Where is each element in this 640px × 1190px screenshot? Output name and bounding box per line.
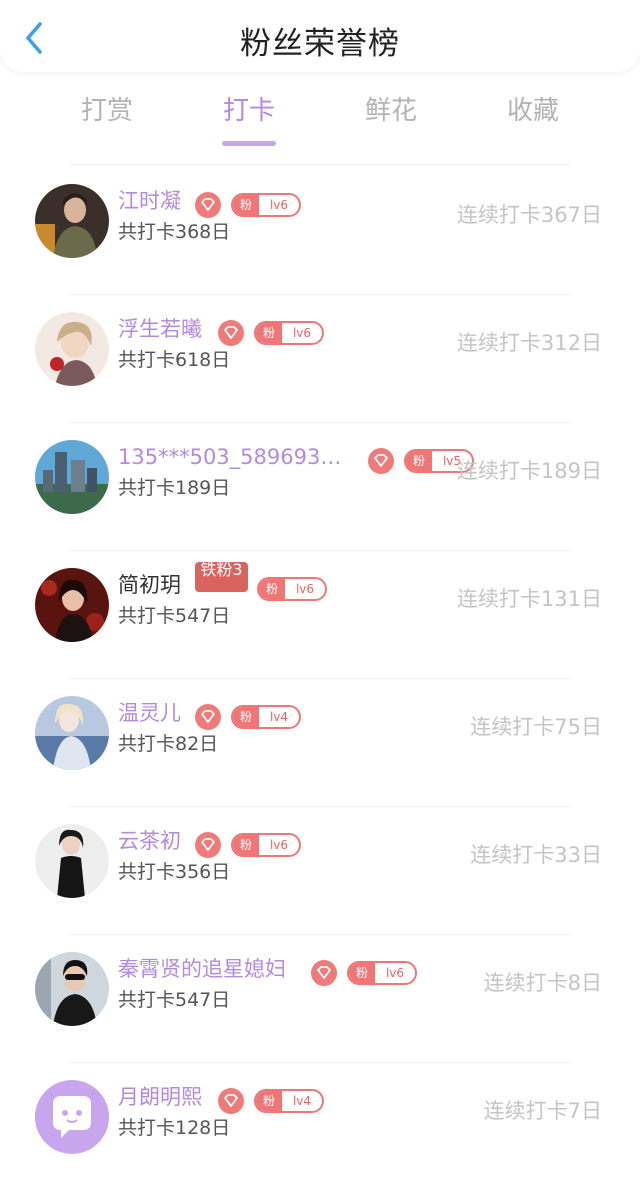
fan-level: lv4 (292, 1094, 312, 1108)
user-name: 秦霄贤的追星媳妇 (118, 957, 286, 981)
header-bar: 粉丝荣誉榜 (0, 0, 640, 72)
fan-level-badge: 粉 lv6 (231, 833, 301, 857)
diamond-icon (368, 448, 394, 474)
fan-level-badge: 粉 lv6 (231, 193, 301, 217)
diamond-icon (195, 832, 221, 858)
tab-flowers[interactable]: 鲜花 (320, 90, 462, 146)
list-item[interactable]: 月朗明熙 粉 lv4 共打卡128日 连续打卡7日 (0, 1062, 640, 1190)
user-name: 月朗明熙 (118, 1085, 202, 1109)
streak-checkin: 连续打卡189日 (456, 459, 602, 483)
avatar[interactable] (35, 952, 109, 1026)
avatar[interactable] (35, 696, 109, 770)
fan-badge-prefix: 粉 (349, 963, 375, 983)
diamond-icon (195, 704, 221, 730)
total-checkin: 共打卡189日 (118, 477, 231, 499)
total-checkin: 共打卡547日 (118, 989, 231, 1011)
user-name: 江时凝 (118, 189, 181, 213)
user-name: 简初玥 (118, 573, 181, 597)
avatar[interactable] (35, 568, 109, 642)
fan-badge-prefix: 粉 (233, 835, 259, 855)
tab-favorites[interactable]: 收藏 (462, 90, 604, 146)
fan-level: lv6 (292, 326, 312, 340)
tab-label: 打卡 (222, 96, 275, 126)
list-item[interactable]: 秦霄贤的追星媳妇 粉 lv6 共打卡547日 连续打卡8日 (0, 934, 640, 1062)
fan-level: lv6 (385, 966, 405, 980)
avatar[interactable] (35, 824, 109, 898)
fan-badge-prefix: 粉 (406, 451, 432, 471)
divider (70, 164, 570, 165)
iron-fan-badge: 铁粉3 (195, 562, 248, 592)
avatar[interactable] (35, 312, 109, 386)
fan-level-badge: 粉 lv6 (254, 321, 324, 345)
fan-badge-prefix: 粉 (256, 323, 282, 343)
fan-badge-prefix: 粉 (259, 579, 285, 599)
total-checkin: 共打卡128日 (118, 1117, 231, 1139)
list-item[interactable]: 135***503_589693… 粉 lv5 共打卡189日 连续打卡189日 (0, 422, 640, 550)
streak-checkin: 连续打卡33日 (470, 843, 602, 867)
list-item[interactable]: 云茶初 粉 lv6 共打卡356日 连续打卡33日 (0, 806, 640, 934)
total-checkin: 共打卡356日 (118, 861, 231, 883)
total-checkin: 共打卡618日 (118, 349, 231, 371)
tab-label: 打赏 (80, 96, 133, 126)
list-item[interactable]: 江时凝 粉 lv6 共打卡368日 连续打卡367日 (0, 166, 640, 294)
streak-checkin: 连续打卡75日 (470, 715, 602, 739)
page-title: 粉丝荣誉榜 (240, 26, 400, 62)
fan-level: lv6 (269, 838, 289, 852)
total-checkin: 共打卡547日 (118, 605, 231, 627)
tab-label: 收藏 (506, 96, 559, 126)
streak-checkin: 连续打卡131日 (456, 587, 602, 611)
user-name: 云茶初 (118, 829, 181, 853)
streak-checkin: 连续打卡8日 (483, 971, 602, 995)
tab-label: 鲜花 (364, 96, 417, 126)
diamond-icon (218, 1088, 244, 1114)
fan-level-badge: 粉 lv6 (257, 577, 327, 601)
avatar[interactable] (35, 184, 109, 258)
user-name: 温灵儿 (118, 701, 181, 725)
fan-level-badge: 粉 lv4 (231, 705, 301, 729)
tab-checkin[interactable]: 打卡 (178, 90, 320, 146)
streak-checkin: 连续打卡7日 (483, 1099, 602, 1123)
list-item[interactable]: 简初玥 铁粉3 粉 lv6 共打卡547日 连续打卡131日 (0, 550, 640, 678)
fan-badge-prefix: 粉 (233, 195, 259, 215)
user-name: 浮生若曦 (118, 317, 202, 341)
fan-level: lv6 (269, 198, 289, 212)
diamond-icon (311, 960, 337, 986)
streak-checkin: 连续打卡367日 (456, 203, 602, 227)
total-checkin: 共打卡82日 (118, 733, 219, 755)
fan-level: lv6 (295, 582, 315, 596)
list-item[interactable]: 温灵儿 粉 lv4 共打卡82日 连续打卡75日 (0, 678, 640, 806)
fan-badge-prefix: 粉 (256, 1091, 282, 1111)
fan-badge-prefix: 粉 (233, 707, 259, 727)
total-checkin: 共打卡368日 (118, 221, 231, 243)
tab-bar: 打赏 打卡 鲜花 收藏 (36, 90, 604, 150)
diamond-icon (218, 320, 244, 346)
default-avatar[interactable] (35, 1080, 109, 1154)
active-tab-indicator (222, 141, 276, 146)
fan-level-badge: 粉 lv4 (254, 1089, 324, 1113)
diamond-icon (195, 192, 221, 218)
tab-reward[interactable]: 打赏 (36, 90, 178, 146)
user-name: 135***503_589693… (118, 445, 342, 469)
list-item[interactable]: 浮生若曦 粉 lv6 共打卡618日 连续打卡312日 (0, 294, 640, 422)
fan-level: lv4 (269, 710, 289, 724)
fan-level-badge: 粉 lv6 (347, 961, 417, 985)
streak-checkin: 连续打卡312日 (456, 331, 602, 355)
avatar[interactable] (35, 440, 109, 514)
